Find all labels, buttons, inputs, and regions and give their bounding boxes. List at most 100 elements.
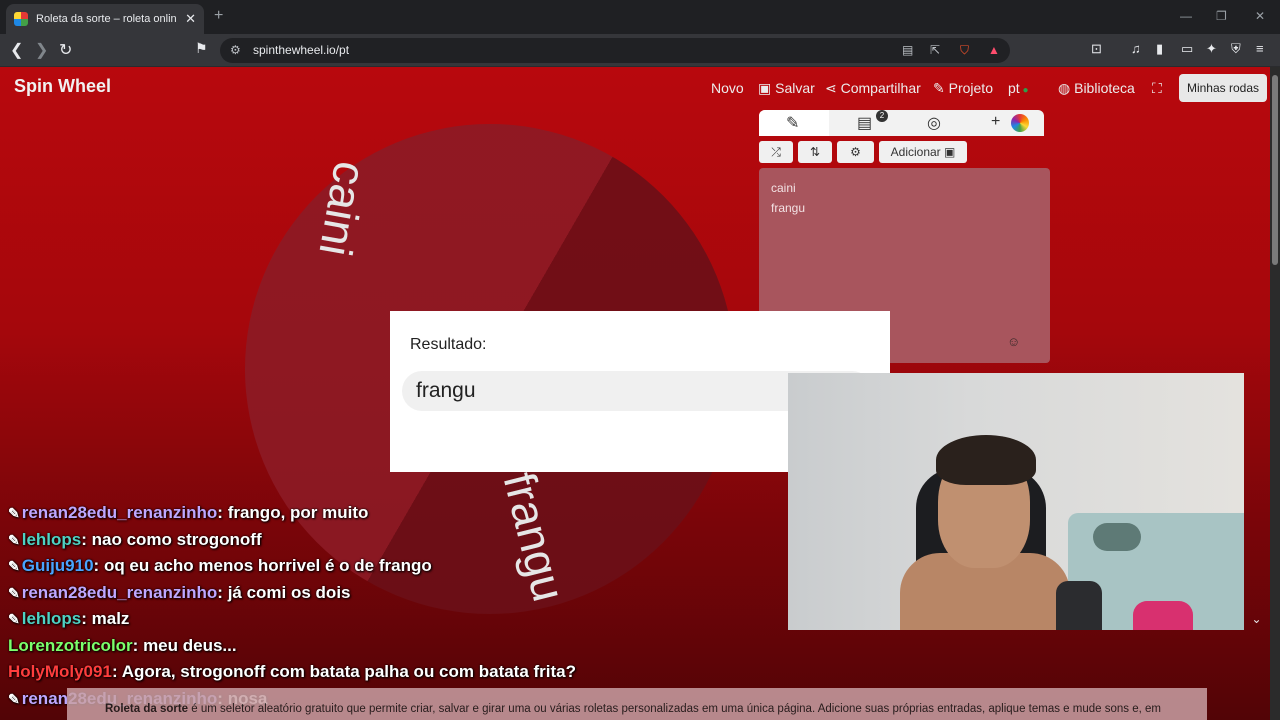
ai-assistant-icon[interactable]: ✦ bbox=[1206, 41, 1217, 57]
nav-compartilhar[interactable]: ⋖ Compartilhar bbox=[825, 80, 921, 97]
chat-username: lehlops bbox=[21, 529, 82, 549]
chat-message: ✎ renan28edu_renanzinho: já comi os dois bbox=[8, 583, 576, 610]
vpn-icon[interactable]: ⛨ bbox=[1231, 41, 1241, 57]
reader-mode-icon[interactable]: ▤ bbox=[902, 43, 913, 57]
sort-button[interactable]: ⇅ bbox=[798, 141, 832, 163]
chat-separator: : bbox=[111, 662, 122, 681]
minhas-rodas-button[interactable]: Minhas rodas bbox=[1179, 74, 1267, 102]
editor-tab-bar: ✎ ▤ 2 ◎ + bbox=[759, 110, 1044, 136]
maximize-window-button[interactable]: ❐ bbox=[1216, 9, 1227, 23]
site-logo[interactable]: Spin Wheel bbox=[14, 76, 111, 97]
shuffle-button[interactable]: ⤮ bbox=[759, 141, 793, 163]
globe-icon: ◍ bbox=[1058, 80, 1075, 96]
webcam-microphone bbox=[1056, 581, 1102, 630]
tab-edit-pencil-icon[interactable]: ✎ bbox=[786, 113, 799, 133]
bookmark-icon[interactable]: ⚑ bbox=[195, 40, 208, 57]
chat-text: nao como strogonoff bbox=[91, 529, 262, 549]
tab-title: Roleta da sorte – roleta online gr bbox=[36, 13, 177, 25]
streamer-webcam bbox=[788, 373, 1244, 630]
chat-message: ✎ renan28edu_renanzinho: frango, por muit… bbox=[8, 503, 576, 530]
forward-arrow-icon[interactable]: ❯ bbox=[35, 40, 48, 60]
chat-message: Lorenzotricolor: meu deus... bbox=[8, 636, 576, 663]
chat-username: renan28edu_renanzinho bbox=[21, 582, 218, 602]
chat-message: ✎ Guiju910: oq eu acho menos horrivel é o… bbox=[8, 556, 576, 583]
nav-biblioteca-label: Biblioteca bbox=[1074, 80, 1135, 96]
browser-tab[interactable]: Roleta da sorte – roleta online gr ✕ bbox=[6, 4, 204, 34]
brave-rewards-icon[interactable]: ▲ bbox=[988, 43, 1000, 57]
url-text: spinthewheel.io/pt bbox=[253, 43, 350, 57]
chat-separator: : bbox=[217, 503, 228, 522]
chat-separator: : bbox=[132, 635, 144, 655]
chat-username: lehlops bbox=[21, 609, 82, 628]
chat-badge-pencil-icon: ✎ bbox=[8, 584, 20, 601]
chat-badge-pencil-icon: ✎ bbox=[8, 531, 20, 548]
chat-separator: : bbox=[81, 609, 92, 628]
sidebar-icon[interactable]: ▮ bbox=[1156, 41, 1163, 57]
pencil-icon: ✎ bbox=[933, 80, 949, 96]
nav-compartilhar-label: Compartilhar bbox=[840, 80, 921, 96]
chat-badge-pencil-icon: ✎ bbox=[8, 690, 20, 707]
nav-biblioteca[interactable]: ◍ Biblioteca bbox=[1058, 80, 1135, 97]
wallet-icon[interactable]: ▭ bbox=[1181, 41, 1193, 57]
site-description: Roleta da sorte é um seletor aleatório g… bbox=[105, 703, 1161, 715]
save-icon: ▣ bbox=[758, 80, 776, 96]
browser-tab-strip: Roleta da sorte – roleta online gr ✕ + —… bbox=[0, 0, 1280, 34]
menu-icon[interactable]: ≡ bbox=[1256, 41, 1264, 56]
close-tab-icon[interactable]: ✕ bbox=[185, 11, 196, 27]
back-arrow-icon[interactable]: ❮ bbox=[10, 40, 23, 60]
chat-separator: : bbox=[93, 556, 104, 575]
site-description-bold: Roleta da sorte bbox=[105, 703, 189, 715]
entry-line: caini bbox=[771, 181, 796, 195]
results-count-badge: 2 bbox=[876, 110, 888, 122]
music-icon[interactable]: ♫ bbox=[1131, 41, 1141, 56]
address-bar[interactable]: ⚙ spinthewheel.io/pt ▤ ⇱ ⛉ ▲ bbox=[220, 38, 1010, 63]
nav-projeto[interactable]: ✎ Projeto bbox=[933, 80, 993, 97]
share-icon[interactable]: ⇱ bbox=[930, 43, 940, 57]
nav-salvar[interactable]: ▣ Salvar bbox=[758, 80, 815, 97]
site-settings-icon[interactable]: ⚙ bbox=[230, 43, 241, 57]
browser-toolbar: ❮ ❯ ↻ ⚑ ⚙ spinthewheel.io/pt ▤ ⇱ ⛉ ▲ ⊡ ♫… bbox=[0, 34, 1280, 67]
page-scrollbar[interactable] bbox=[1270, 67, 1280, 720]
chat-message: ✎ lehlops: malz bbox=[8, 609, 576, 636]
nav-language[interactable]: pt ● bbox=[1008, 80, 1029, 96]
chat-username: Lorenzotricolor bbox=[8, 635, 133, 655]
webcam-person-hair bbox=[936, 435, 1036, 485]
adicionar-image-button[interactable]: Adicionar ▣ bbox=[879, 141, 967, 163]
chat-text: frango, por muito bbox=[227, 503, 369, 522]
chat-username: Guiju910 bbox=[21, 556, 94, 575]
chat-text: meu deus... bbox=[143, 635, 237, 655]
scrollbar-thumb[interactable] bbox=[1272, 75, 1278, 265]
chat-text: malz bbox=[91, 609, 130, 628]
add-wheel-plus-icon[interactable]: + bbox=[991, 113, 1000, 131]
new-tab-button[interactable]: + bbox=[214, 7, 223, 25]
entry-line: frangu bbox=[771, 201, 806, 215]
close-window-button[interactable]: ✕ bbox=[1255, 9, 1265, 23]
chevron-down-icon[interactable]: ⌄ bbox=[1243, 612, 1270, 630]
reload-icon[interactable]: ↻ bbox=[59, 40, 72, 60]
webcam-pillow bbox=[1093, 523, 1141, 551]
tab-hidden-eye-icon[interactable]: ◎ bbox=[927, 113, 941, 133]
result-heading: Resultado: bbox=[410, 336, 487, 353]
tab-results-clipboard-icon[interactable]: ▤ bbox=[857, 113, 872, 133]
shuffle-icon: ⤮ bbox=[771, 145, 781, 159]
site-description-bar: Roleta da sorte é um seletor aleatório g… bbox=[67, 688, 1207, 720]
fullscreen-icon[interactable]: ⛶ bbox=[1152, 80, 1162, 97]
chat-username: HolyMoly091 bbox=[8, 662, 112, 681]
chat-badge-pencil-icon: ✎ bbox=[8, 558, 20, 574]
brave-shields-icon[interactable]: ⛉ bbox=[960, 43, 969, 58]
theme-color-wheel-icon[interactable] bbox=[1011, 114, 1029, 132]
advanced-settings-button[interactable]: ⚙ bbox=[837, 141, 874, 163]
chat-text: oq eu acho menos horrivel é o de frango bbox=[103, 556, 432, 575]
chat-text: Agora, strogonoff com batata palha ou co… bbox=[121, 662, 577, 681]
leo-icon[interactable]: ⊡ bbox=[1091, 41, 1102, 57]
emoji-picker-icon[interactable]: ☺ bbox=[1007, 334, 1020, 349]
chat-badge-pencil-icon: ✎ bbox=[8, 611, 20, 627]
gear-icon: ⚙ bbox=[850, 145, 861, 159]
nav-salvar-label: Salvar bbox=[775, 80, 815, 96]
minimize-window-button[interactable]: — bbox=[1180, 9, 1192, 23]
adicionar-label: Adicionar bbox=[890, 145, 941, 159]
sort-icon: ⇅ bbox=[809, 145, 821, 159]
nav-novo[interactable]: Novo bbox=[711, 80, 744, 96]
image-icon: ▣ bbox=[944, 145, 956, 159]
site-description-text: é um seletor aleatório gratuito que perm… bbox=[188, 703, 1161, 715]
